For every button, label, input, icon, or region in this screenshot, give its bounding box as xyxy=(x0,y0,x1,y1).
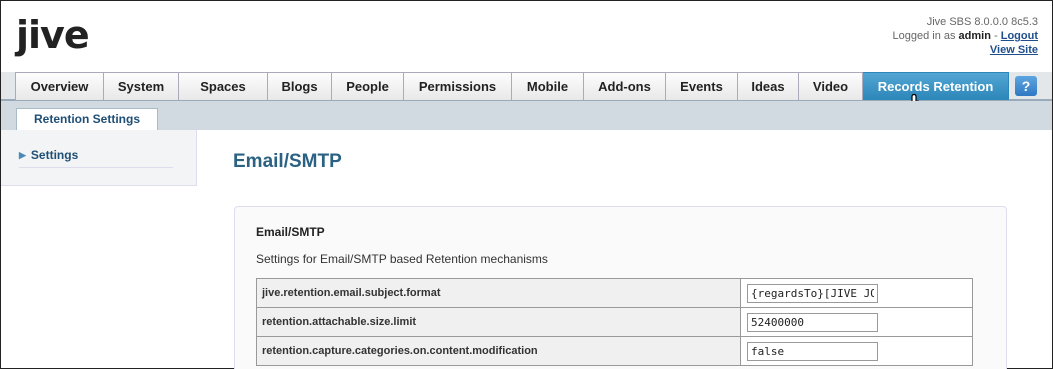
panel-title: Email/SMTP xyxy=(256,225,325,239)
property-value-input[interactable] xyxy=(747,283,878,303)
sidebar-item-label: Settings xyxy=(30,148,79,162)
settings-panel: Email/SMTP Settings for Email/SMTP based… xyxy=(234,206,1007,369)
help-icon[interactable]: ? xyxy=(1015,76,1037,96)
tab-records-retention[interactable]: Records Retention xyxy=(863,72,1009,100)
tab-system[interactable]: System xyxy=(104,72,179,100)
page-title: Email/SMTP xyxy=(233,151,342,172)
logout-link[interactable]: Logout xyxy=(1001,30,1038,42)
property-key: retention.attachable.size.limit xyxy=(256,307,741,337)
property-key: jive.retention.email.subject.format xyxy=(256,278,741,308)
tab-add-ons[interactable]: Add-ons xyxy=(584,72,666,100)
tab-overview[interactable]: Overview xyxy=(15,72,104,100)
properties-table: jive.retention.email.subject.format rete… xyxy=(256,278,973,366)
tab-blogs[interactable]: Blogs xyxy=(268,72,332,100)
panel-description: Settings for Email/SMTP based Retention … xyxy=(256,252,548,266)
sub-nav: Retention Settings xyxy=(1,101,1052,130)
user-info: Jive SBS 8.0.0.0 8c5.3 Logged in as admi… xyxy=(892,15,1038,57)
sidebar: ▶ Settings xyxy=(1,130,197,186)
login-status: Logged in as admin - Logout xyxy=(892,30,1038,42)
username: admin xyxy=(958,30,991,42)
tab-video[interactable]: Video xyxy=(799,72,863,100)
jive-logo[interactable]: jive xyxy=(16,15,90,55)
nav-tabs: Overview System Spaces Blogs People Perm… xyxy=(15,72,1009,101)
property-value-input[interactable] xyxy=(747,341,878,361)
property-key: retention.capture.categories.on.content.… xyxy=(256,336,741,366)
header: jive Jive SBS 8.0.0.0 8c5.3 Logged in as… xyxy=(1,1,1052,73)
tab-spaces[interactable]: Spaces xyxy=(179,72,268,100)
tab-ideas[interactable]: Ideas xyxy=(738,72,799,100)
table-row: jive.retention.email.subject.format xyxy=(256,278,973,308)
triangle-right-icon: ▶ xyxy=(19,150,26,160)
version-label: Jive SBS 8.0.0.0 8c5.3 xyxy=(926,16,1038,28)
tab-mobile[interactable]: Mobile xyxy=(512,72,584,100)
sidebar-item-settings[interactable]: ▶ Settings xyxy=(19,148,173,168)
tab-retention-settings[interactable]: Retention Settings xyxy=(16,108,158,130)
tab-people[interactable]: People xyxy=(332,72,404,100)
main-nav: Overview System Spaces Blogs People Perm… xyxy=(1,72,1052,101)
tab-events[interactable]: Events xyxy=(666,72,738,100)
view-site-link[interactable]: View Site xyxy=(990,44,1038,56)
table-row: retention.attachable.size.limit xyxy=(256,307,973,337)
table-row: retention.capture.categories.on.content.… xyxy=(256,336,973,366)
tab-permissions[interactable]: Permissions xyxy=(404,72,512,100)
property-value-input[interactable] xyxy=(747,312,878,332)
